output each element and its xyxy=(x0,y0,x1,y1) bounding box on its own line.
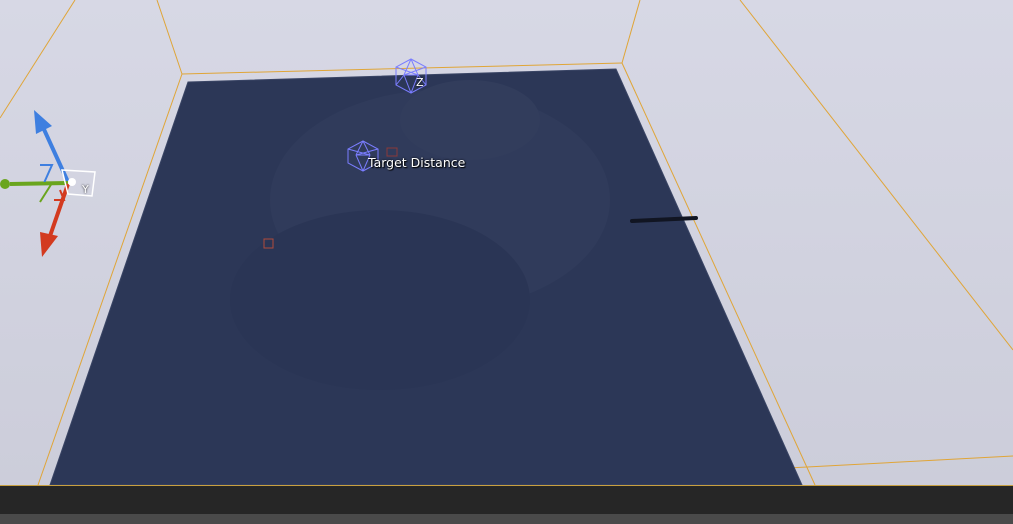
target-distance-label[interactable]: Target Distance xyxy=(368,155,465,170)
panel-divider-strip[interactable] xyxy=(0,514,1013,524)
level-viewport[interactable]: Target Distance Z Y xyxy=(0,0,1013,485)
transform-gizmo[interactable] xyxy=(0,110,96,257)
viewport-scene xyxy=(0,0,1013,485)
gizmo-y-axis-label: Y xyxy=(82,183,89,196)
viewport-bottom-bar xyxy=(0,485,1013,515)
gizmo-z-axis-label: Z xyxy=(416,76,424,89)
